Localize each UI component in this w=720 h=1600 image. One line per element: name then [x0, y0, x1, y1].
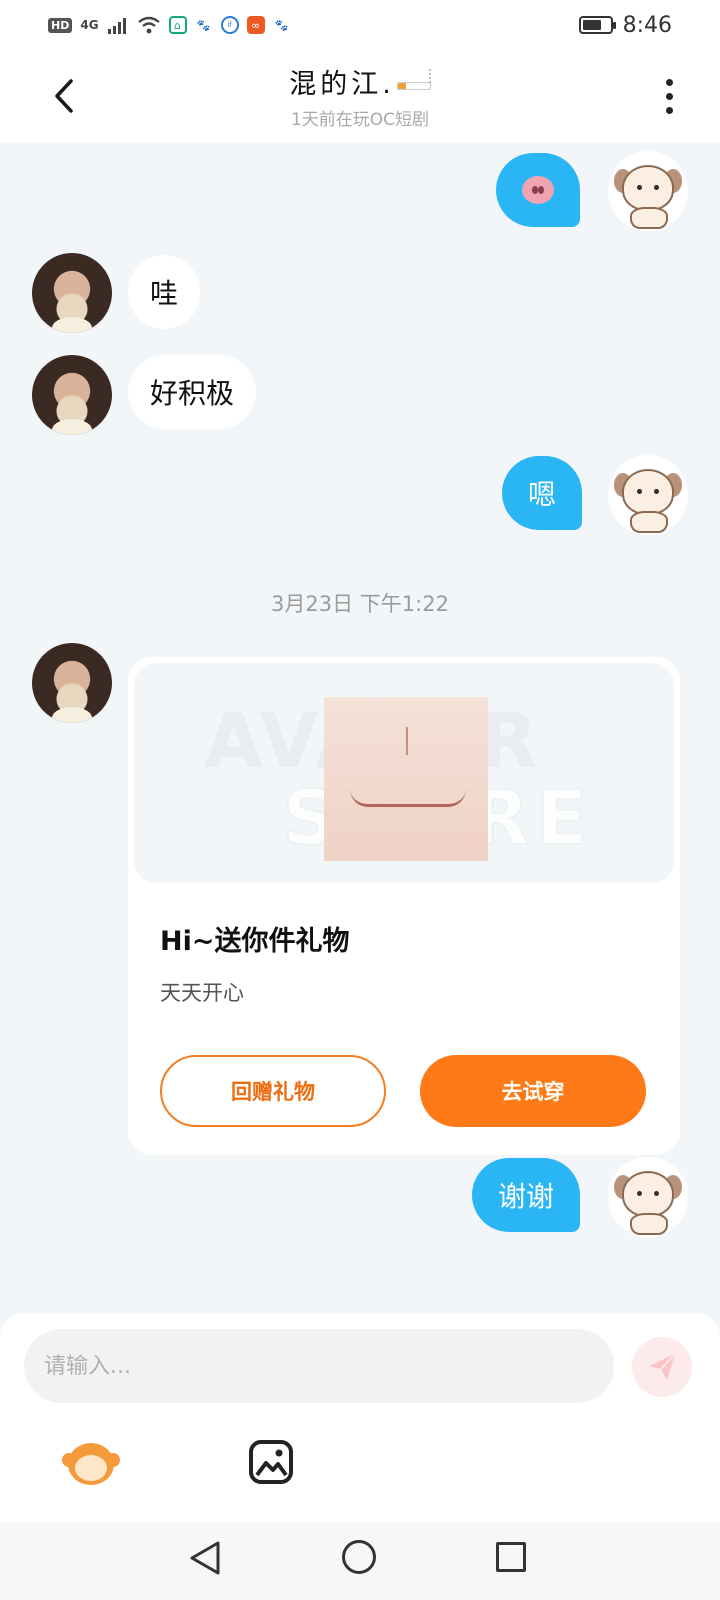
send-button[interactable]: [632, 1337, 692, 1397]
try-on-button[interactable]: 去试穿: [420, 1055, 646, 1127]
more-vertical-icon-dot: [665, 92, 673, 100]
nav-recents-icon[interactable]: [496, 1542, 526, 1572]
gift-title: Hi~送你件礼物: [160, 926, 350, 957]
more-vertical-icon: [665, 78, 673, 86]
input-panel: [0, 1313, 720, 1522]
network-type: 4G: [80, 18, 99, 32]
dog-body: [630, 511, 668, 533]
nav-home-icon[interactable]: [342, 1540, 376, 1574]
message-bubble-self[interactable]: 谢谢: [472, 1158, 581, 1232]
wifi-icon: [137, 16, 160, 34]
dog-eye: [637, 489, 642, 494]
home-app-icon: ⌂: [168, 16, 187, 34]
dog-eye: [654, 1191, 659, 1196]
message-bubble-other[interactable]: 好积极: [128, 355, 257, 429]
dog-eye: [654, 489, 659, 494]
dog-face: [622, 469, 674, 515]
message-input[interactable]: [24, 1329, 614, 1403]
gift-image-smile: [350, 789, 466, 807]
hd-icon: HD: [48, 17, 73, 33]
message-timestamp: 3月23日 下午1:22: [271, 592, 449, 616]
battery-level: [582, 20, 601, 30]
battery-icon: [578, 16, 616, 34]
contact-avatar[interactable]: [32, 355, 112, 435]
dog-eye: [637, 1191, 642, 1196]
pig-nose-emoji: [522, 176, 554, 204]
status-bar: HD 4G ⌂ 🐾 if ∞ 🐾 8:46: [0, 0, 720, 50]
dog-eye: [637, 185, 642, 190]
gift-card[interactable]: AVATAR STORE Hi~送你件礼物 天天开心 回赠礼物 去试穿: [128, 657, 680, 1155]
chat-title[interactable]: 混的江.: [0, 62, 720, 101]
self-avatar[interactable]: [608, 1157, 688, 1237]
gift-item-image: [324, 697, 488, 861]
dog-body: [630, 207, 668, 229]
message-bubble-other[interactable]: 哇: [128, 255, 201, 329]
message-bubble-self[interactable]: 嗯: [502, 456, 583, 530]
gift-description: 天天开心: [160, 981, 244, 1005]
system-nav-bar: [0, 1522, 720, 1600]
nav-back-icon[interactable]: [188, 1540, 222, 1576]
self-avatar[interactable]: [608, 151, 688, 231]
clock: 8:46: [622, 12, 672, 38]
status-left: HD 4G ⌂ 🐾 if ∞ 🐾: [48, 16, 291, 34]
message-bubble-self[interactable]: [496, 153, 580, 227]
gift-preview[interactable]: AVATAR STORE: [134, 663, 674, 883]
status-right: 8:46: [578, 12, 672, 38]
contact-name: 混的江.: [289, 69, 395, 100]
contact-status: 1天前在玩OC短剧: [290, 110, 430, 130]
signal-icon: [107, 18, 126, 34]
return-gift-button[interactable]: 回赠礼物: [160, 1055, 386, 1127]
dog-face: [622, 165, 674, 211]
dog-face: [622, 1171, 674, 1217]
cigarette-emoji: [396, 68, 431, 90]
more-vertical-icon-dot: [665, 106, 673, 114]
monkey-muzzle: [75, 1455, 107, 1481]
dog-body: [630, 1213, 668, 1235]
image-button[interactable]: [248, 1439, 294, 1485]
self-avatar[interactable]: [608, 455, 688, 535]
header-title-group: 混的江. 1天前在玩OC短剧: [0, 62, 720, 130]
contact-avatar[interactable]: [32, 643, 112, 723]
contact-avatar[interactable]: [32, 253, 112, 333]
gift-image-detail: [406, 727, 408, 755]
baidu-icon: 🐾: [274, 18, 289, 32]
chat-messages[interactable]: 哇 好积极 嗯 3月23日 下午1:22 AVATAR STORE Hi~送你件…: [0, 143, 720, 1313]
more-button[interactable]: [654, 72, 684, 120]
baidu-icon: 🐾: [196, 18, 211, 32]
sticker-button[interactable]: [62, 1439, 120, 1489]
send-icon: [649, 1353, 676, 1380]
ifly-icon: if: [220, 16, 239, 34]
chat-header: 混的江. 1天前在玩OC短剧: [0, 50, 720, 143]
app-icon: ∞: [246, 16, 265, 34]
image-icon: [249, 1440, 293, 1484]
dog-eye: [654, 185, 659, 190]
